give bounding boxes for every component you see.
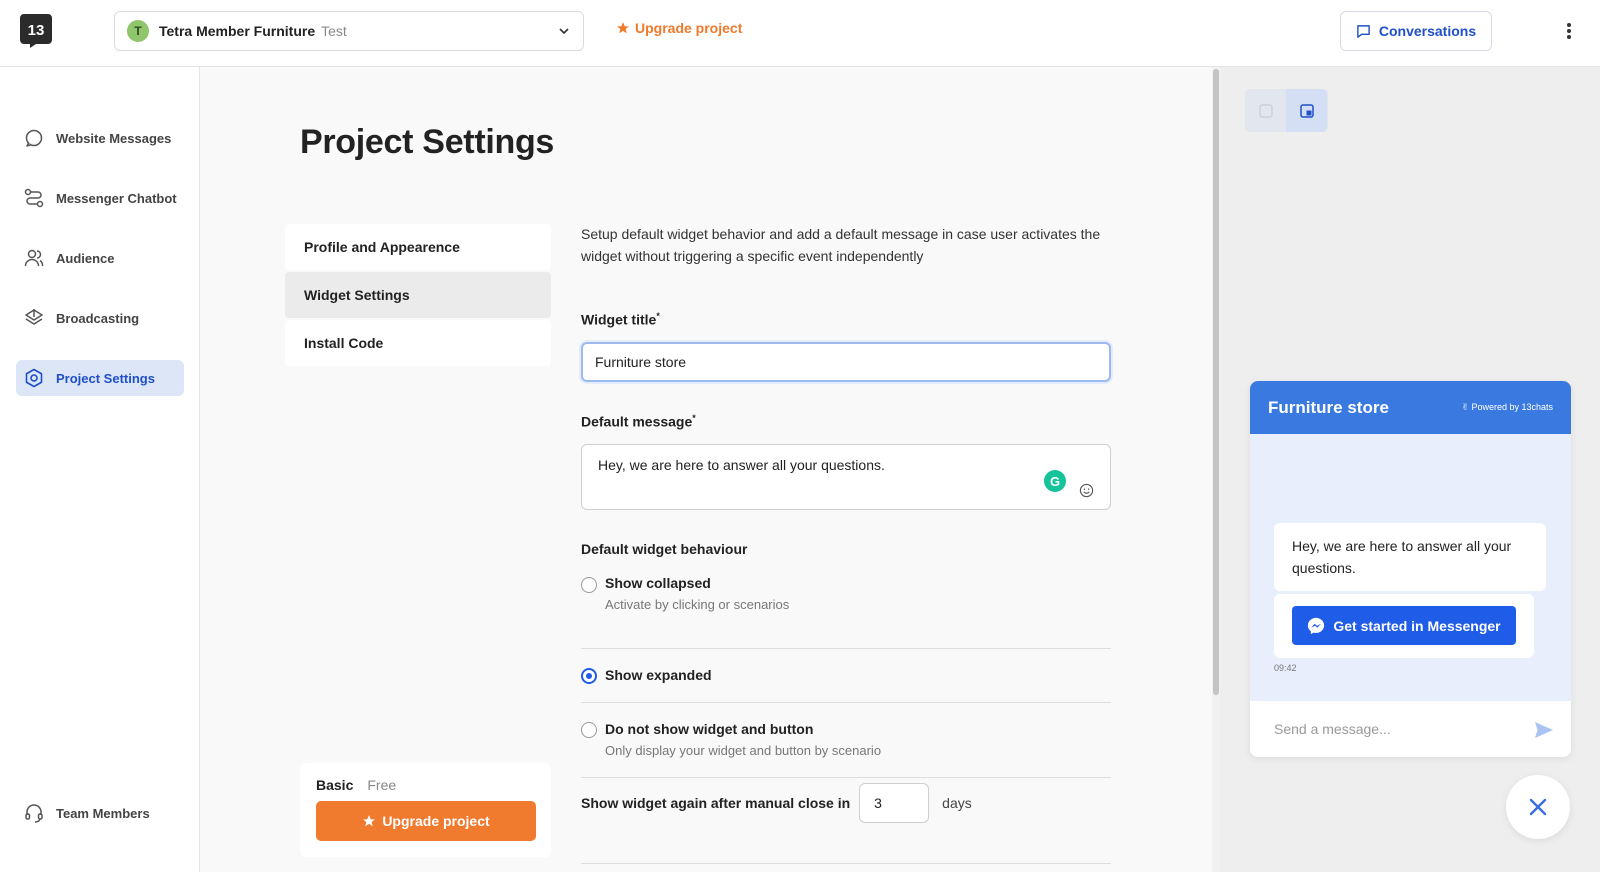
sidebar-item-label: Website Messages bbox=[56, 130, 172, 146]
widget-input-placeholder: Send a message... bbox=[1274, 721, 1391, 737]
sidebar-item-label: Broadcasting bbox=[56, 310, 140, 326]
close-icon bbox=[1529, 798, 1547, 816]
radio-button-checked[interactable] bbox=[581, 668, 597, 684]
sidebar-item-broadcasting[interactable]: Broadcasting bbox=[16, 300, 184, 336]
upgrade-link-label: Upgrade project bbox=[635, 20, 743, 36]
more-options-icon[interactable] bbox=[1565, 20, 1573, 42]
plan-tier: Free bbox=[367, 777, 397, 793]
main-scrollbar[interactable] bbox=[1212, 67, 1220, 872]
divider bbox=[581, 863, 1111, 864]
widget-header: Furniture store ✌ Powered by 13chats bbox=[1250, 381, 1571, 434]
chat-bubble-icon bbox=[25, 129, 43, 147]
option-subtitle: Activate by clicking or scenarios bbox=[605, 597, 790, 612]
plan-name: Basic bbox=[316, 777, 354, 793]
powered-by-label[interactable]: ✌ Powered by 13chats bbox=[1461, 402, 1553, 413]
sidebar-item-audience[interactable]: Audience bbox=[16, 240, 184, 276]
option-show-expanded[interactable]: Show expanded bbox=[581, 649, 1111, 703]
svg-text:13: 13 bbox=[28, 22, 45, 39]
settings-subnav: Profile and Appearence Widget Settings I… bbox=[285, 224, 551, 368]
chevron-down-icon bbox=[559, 28, 569, 35]
flow-icon bbox=[24, 188, 44, 208]
radio-button[interactable] bbox=[581, 722, 597, 738]
emoji-icon[interactable] bbox=[1079, 483, 1094, 498]
chat-icon bbox=[1357, 24, 1370, 38]
headset-icon bbox=[25, 804, 43, 823]
widget-message-bubble: Hey, we are here to answer all your ques… bbox=[1274, 523, 1546, 591]
messenger-button[interactable]: Get started in Messenger bbox=[1292, 606, 1516, 645]
header-upgrade-link[interactable]: Upgrade project bbox=[616, 20, 742, 36]
messenger-icon bbox=[1308, 617, 1325, 634]
radio-button[interactable] bbox=[581, 577, 597, 593]
upgrade-button-label: Upgrade project bbox=[382, 813, 490, 829]
main-content: Project Settings Profile and Appearence … bbox=[200, 67, 1212, 872]
option-title: Do not show widget and button bbox=[605, 721, 814, 737]
option-title: Show expanded bbox=[605, 667, 712, 683]
widget-preview-pane: Furniture store ✌ Powered by 13chats Hey… bbox=[1220, 67, 1600, 872]
star-icon bbox=[363, 815, 376, 827]
subnav-install-code[interactable]: Install Code bbox=[285, 320, 551, 366]
widget-message-input[interactable]: Send a message... bbox=[1250, 701, 1571, 757]
app-logo[interactable]: 13 bbox=[20, 14, 52, 48]
widget-header-title: Furniture store bbox=[1268, 397, 1389, 417]
widget-layout-icon bbox=[1299, 103, 1314, 118]
behaviour-label: Default widget behaviour bbox=[581, 541, 748, 557]
layers-icon bbox=[25, 309, 43, 325]
sidebar-item-label: Messenger Chatbot bbox=[56, 190, 177, 206]
default-message-text: Hey, we are here to answer all your ques… bbox=[598, 457, 885, 473]
top-bar: 13 T Tetra Member Furniture Test Upgrade… bbox=[0, 0, 1600, 67]
plan-card: Basic Free Upgrade project bbox=[300, 763, 551, 857]
chat-widget-preview: Furniture store ✌ Powered by 13chats Hey… bbox=[1250, 381, 1571, 757]
show-again-row: Show widget again after manual close in … bbox=[581, 783, 972, 823]
conversations-label: Conversations bbox=[1378, 23, 1477, 39]
default-message-textarea[interactable]: Hey, we are here to answer all your ques… bbox=[581, 444, 1111, 510]
widget-messenger-card: Get started in Messenger bbox=[1274, 594, 1534, 658]
widget-settings-form: Setup default widget behavior and add a … bbox=[581, 223, 1111, 864]
message-timestamp: 09:42 bbox=[1274, 663, 1297, 673]
project-selector[interactable]: T Tetra Member Furniture Test bbox=[114, 11, 584, 51]
users-icon bbox=[24, 249, 44, 267]
sidebar-item-label: Project Settings bbox=[56, 370, 155, 386]
project-avatar: T bbox=[127, 20, 149, 42]
grammarly-icon[interactable]: G bbox=[1044, 470, 1066, 492]
sidebar-item-messenger-chatbot[interactable]: Messenger Chatbot bbox=[16, 180, 184, 216]
days-input[interactable]: 3 bbox=[859, 783, 930, 823]
scroll-thumb[interactable] bbox=[1213, 69, 1219, 695]
option-subtitle: Only display your widget and button by s… bbox=[605, 743, 882, 758]
sidebar-item-label: Audience bbox=[56, 250, 115, 266]
widget-title-label: Widget title* bbox=[581, 311, 660, 328]
send-icon[interactable] bbox=[1534, 721, 1554, 739]
messenger-button-label: Get started in Messenger bbox=[1333, 617, 1501, 634]
option-show-collapsed[interactable]: Show collapsed Activate by clicking or s… bbox=[581, 571, 1111, 649]
subnav-widget-settings[interactable]: Widget Settings bbox=[285, 272, 551, 318]
days-unit-label: days bbox=[942, 795, 972, 811]
sidebar-item-label: Team Members bbox=[56, 805, 150, 821]
hexagon-settings-icon bbox=[25, 368, 43, 388]
star-icon bbox=[617, 22, 629, 34]
show-again-label: Show widget again after manual close in bbox=[581, 795, 851, 811]
subnav-profile-appearance[interactable]: Profile and Appearence bbox=[285, 224, 551, 270]
sidebar: Website Messages Messenger Chatbot Audie… bbox=[0, 67, 200, 872]
view-toggle bbox=[1245, 89, 1328, 132]
square-icon bbox=[1258, 103, 1273, 118]
page-title: Project Settings bbox=[300, 123, 555, 161]
option-title: Show collapsed bbox=[605, 575, 711, 591]
project-name: Tetra Member Furniture bbox=[159, 23, 316, 39]
form-description: Setup default widget behavior and add a … bbox=[581, 226, 1101, 264]
sidebar-item-project-settings[interactable]: Project Settings bbox=[16, 360, 184, 396]
project-env: Test bbox=[321, 23, 347, 39]
conversations-button[interactable]: Conversations bbox=[1340, 11, 1492, 51]
upgrade-project-button[interactable]: Upgrade project bbox=[316, 801, 536, 841]
option-do-not-show[interactable]: Do not show widget and button Only displ… bbox=[581, 703, 1111, 778]
widget-title-input[interactable]: Furniture store bbox=[581, 342, 1111, 382]
view-collapsed-button[interactable] bbox=[1245, 89, 1286, 132]
sidebar-item-team-members[interactable]: Team Members bbox=[16, 795, 184, 831]
default-message-label: Default message* bbox=[581, 413, 696, 430]
widget-close-button[interactable] bbox=[1506, 775, 1570, 839]
sidebar-item-website-messages[interactable]: Website Messages bbox=[16, 120, 184, 156]
view-expanded-button[interactable] bbox=[1286, 89, 1327, 132]
